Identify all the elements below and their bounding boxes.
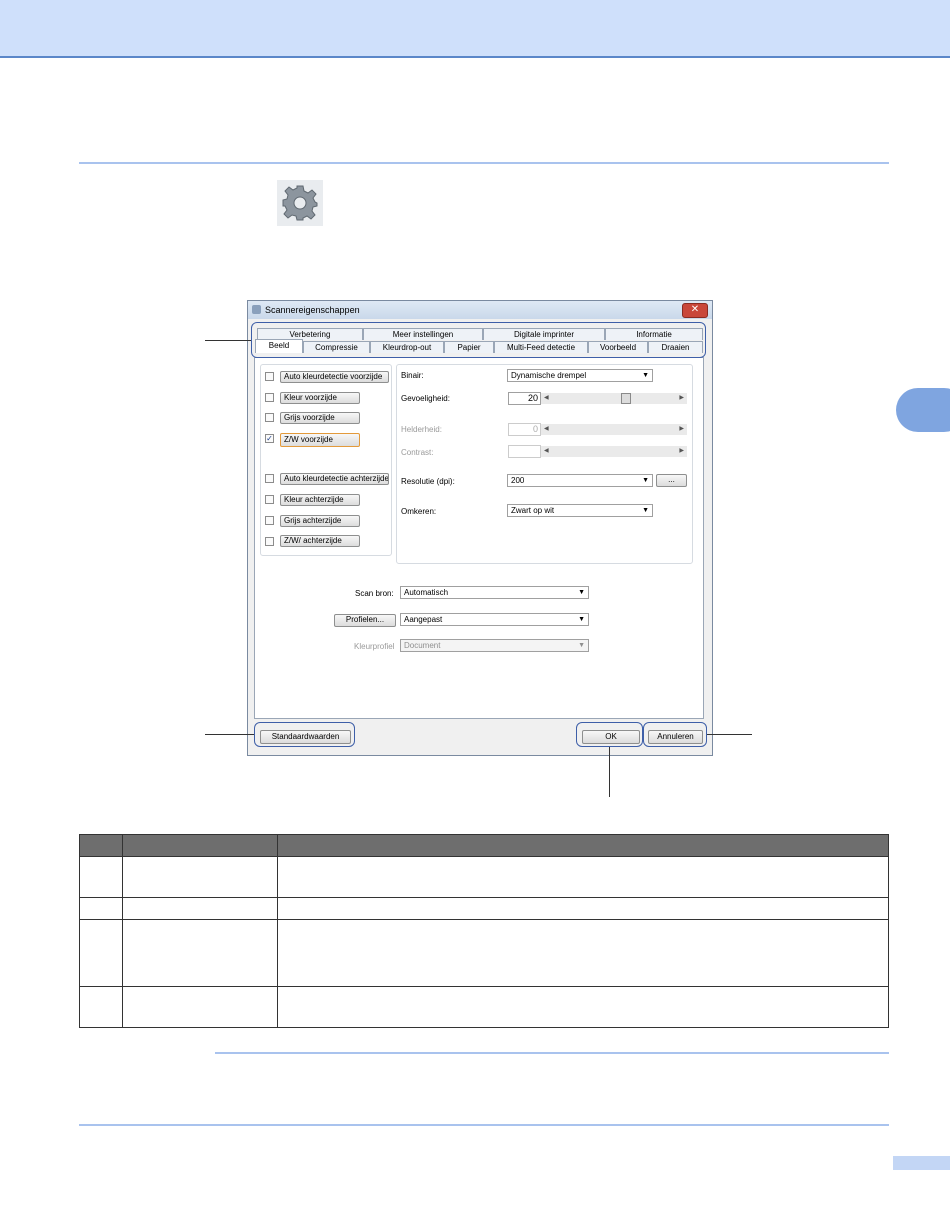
chapter-side-tab bbox=[896, 388, 950, 432]
gear-icon bbox=[277, 180, 323, 226]
chevron-down-icon: ▼ bbox=[578, 616, 585, 623]
button-zw-achterzijde[interactable]: Z/W/ achterzijde bbox=[280, 535, 360, 547]
gevoeligheid-input[interactable]: 20 bbox=[508, 392, 541, 405]
table-row bbox=[79, 986, 889, 1028]
callout-ok-line bbox=[609, 747, 610, 797]
checkbox-grijs-achterzijde[interactable] bbox=[265, 516, 274, 525]
app-icon bbox=[252, 305, 261, 314]
omkeren-label: Omkeren: bbox=[401, 507, 437, 516]
scanbron-value: Automatisch bbox=[404, 588, 449, 597]
scanbron-label: Scan bron: bbox=[355, 589, 394, 598]
button-grijs-achterzijde[interactable]: Grijs achterzijde bbox=[280, 515, 360, 527]
binair-select[interactable]: Dynamische drempel ▼ bbox=[507, 369, 653, 382]
resolutie-value: 200 bbox=[511, 476, 525, 485]
footer-rule bbox=[79, 1124, 889, 1126]
note-rule bbox=[215, 1052, 889, 1054]
table-header-row bbox=[79, 834, 889, 857]
checkbox-auto-voorzijde[interactable] bbox=[265, 372, 274, 381]
binair-label: Binair: bbox=[401, 371, 424, 380]
contrast-slider[interactable]: ◀ ▶ bbox=[541, 446, 687, 457]
scanbron-select[interactable]: Automatisch ▼ bbox=[400, 586, 589, 599]
kleurprofiel-value: Document bbox=[404, 641, 441, 650]
page-header-band bbox=[0, 0, 950, 58]
callout-tabs-box bbox=[251, 322, 706, 358]
dialog-titlebar: Scannereigenschappen ✕ bbox=[248, 301, 712, 319]
profielen-select[interactable]: Aangepast ▼ bbox=[400, 613, 589, 626]
resolutie-more-button[interactable]: ... bbox=[656, 474, 687, 487]
gevoeligheid-label: Gevoeligheid: bbox=[401, 394, 450, 403]
checkbox-kleur-achterzijde[interactable] bbox=[265, 495, 274, 504]
callout-ok-box bbox=[576, 722, 643, 747]
gevoeligheid-slider[interactable]: ◀ ▶ bbox=[541, 393, 687, 404]
chevron-down-icon: ▼ bbox=[642, 477, 649, 484]
arrow-left-icon: ◀ bbox=[544, 448, 549, 454]
button-auto-voorzijde[interactable]: Auto kleurdetectie voorzijde bbox=[280, 371, 389, 383]
tab-panel-beeld: Auto kleurdetectie voorzijde Kleur voorz… bbox=[254, 357, 704, 719]
section-rule-top bbox=[79, 162, 889, 164]
checkbox-kleur-voorzijde[interactable] bbox=[265, 393, 274, 402]
chevron-down-icon: ▼ bbox=[578, 589, 585, 596]
slider-thumb[interactable] bbox=[621, 393, 632, 404]
callout-annuleren-box bbox=[643, 722, 707, 747]
kleurprofiel-label: Kleurprofiel bbox=[354, 642, 395, 651]
chevron-down-icon: ▼ bbox=[578, 642, 585, 649]
contrast-input[interactable] bbox=[508, 445, 541, 458]
chevron-down-icon: ▼ bbox=[642, 372, 649, 379]
button-zw-voorzijde[interactable]: Z/W voorzijde bbox=[280, 433, 360, 447]
checkbox-zw-voorzijde[interactable]: ✓ bbox=[265, 434, 274, 443]
close-button[interactable]: ✕ bbox=[682, 303, 708, 318]
checkbox-zw-achterzijde[interactable] bbox=[265, 537, 274, 546]
arrow-left-icon: ◀ bbox=[544, 426, 549, 432]
button-grijs-voorzijde[interactable]: Grijs voorzijde bbox=[280, 412, 360, 424]
contrast-label: Contrast: bbox=[401, 448, 434, 457]
resolutie-label: Resolutie (dpi): bbox=[401, 477, 455, 486]
callout-annuleren-line bbox=[707, 734, 752, 735]
arrow-right-icon: ▶ bbox=[679, 395, 684, 401]
checkbox-auto-achterzijde[interactable] bbox=[265, 474, 274, 483]
dialog-title: Scannereigenschappen bbox=[265, 305, 360, 315]
profielen-button[interactable]: Profielen... bbox=[334, 614, 396, 627]
table-row bbox=[79, 856, 889, 898]
kleurprofiel-select[interactable]: Document ▼ bbox=[400, 639, 589, 652]
page-number-bar bbox=[893, 1156, 950, 1170]
button-kleur-achterzijde[interactable]: Kleur achterzijde bbox=[280, 494, 360, 506]
arrow-right-icon: ▶ bbox=[679, 426, 684, 432]
helderheid-slider[interactable]: ◀ ▶ bbox=[541, 424, 687, 435]
callout-standaard-line bbox=[205, 734, 254, 735]
button-kleur-voorzijde[interactable]: Kleur voorzijde bbox=[280, 392, 360, 404]
checkbox-grijs-voorzijde[interactable] bbox=[265, 413, 274, 422]
profielen-value: Aangepast bbox=[404, 615, 443, 624]
button-auto-achterzijde[interactable]: Auto kleurdetectie achterzijde bbox=[280, 473, 389, 485]
description-table bbox=[79, 834, 889, 1028]
scanner-properties-dialog: Scannereigenschappen ✕ Verbetering Meer … bbox=[247, 300, 713, 756]
resolutie-select[interactable]: 200 ▼ bbox=[507, 474, 653, 487]
table-row bbox=[79, 897, 889, 920]
helderheid-label: Helderheid: bbox=[401, 425, 442, 434]
omkeren-select[interactable]: Zwart op wit ▼ bbox=[507, 504, 653, 517]
arrow-left-icon: ◀ bbox=[544, 395, 549, 401]
arrow-right-icon: ▶ bbox=[679, 448, 684, 454]
table-row bbox=[79, 919, 889, 987]
callout-tabs-line bbox=[205, 340, 251, 341]
chevron-down-icon: ▼ bbox=[642, 507, 649, 514]
binair-value: Dynamische drempel bbox=[511, 371, 587, 380]
helderheid-input[interactable]: 0 bbox=[508, 423, 541, 436]
omkeren-value: Zwart op wit bbox=[511, 506, 555, 515]
callout-standaard-box bbox=[254, 722, 355, 747]
